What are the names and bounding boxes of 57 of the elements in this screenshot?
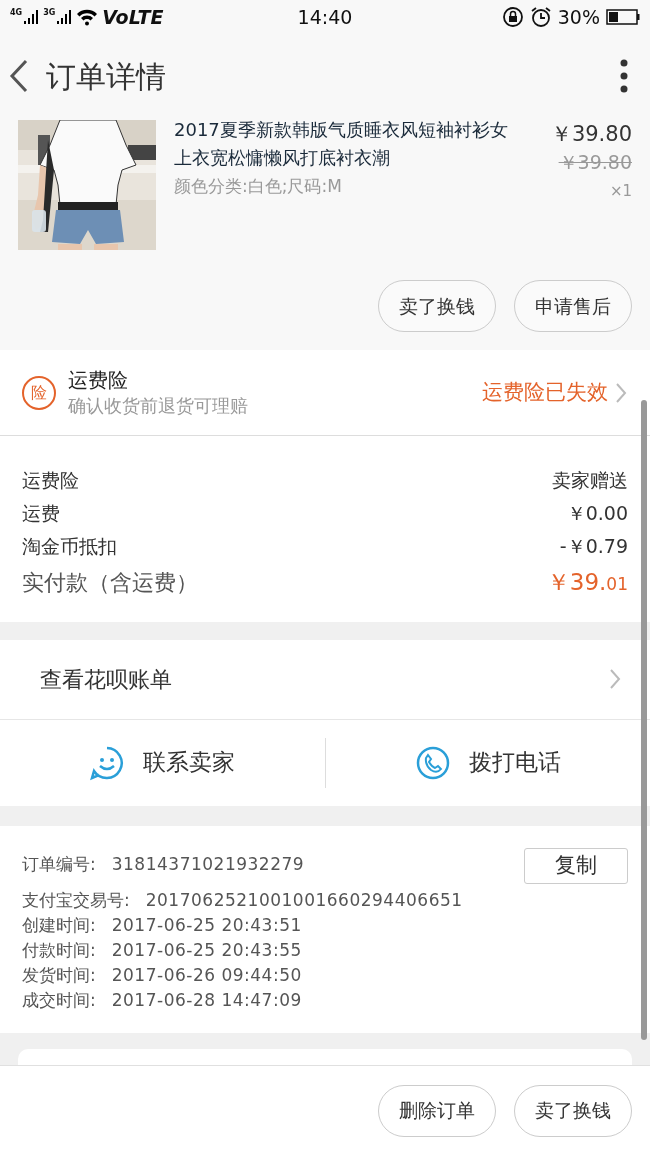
product-quantity: ×1 (609, 181, 632, 202)
product-title: 2017夏季新款韩版气质睡衣风短袖衬衫女上衣宽松慵懒风打底衬衣潮 (174, 118, 509, 170)
insurance-subtitle: 确认收货前退货可理赔 (68, 393, 249, 418)
action-button[interactable]: 申请售后 (514, 280, 632, 332)
contact-button[interactable]: 联系卖家 (0, 737, 325, 788)
chevron-right-icon (614, 381, 628, 404)
insurance-badge: 险 (22, 375, 56, 410)
info-value: 2017062521001001660294406651 (145, 888, 463, 912)
insurance-title: 运费险 (68, 366, 129, 393)
fee-value: 卖家赠送 (552, 468, 628, 493)
clock-time: 14:40 (296, 4, 354, 30)
action-button[interactable]: 卖了换钱 (514, 1084, 632, 1137)
info-value: 2017-06-25 20:43:51 (111, 913, 302, 937)
signal-icon (23, 9, 40, 25)
info-value: 2017-06-28 14:47:09 (111, 988, 302, 1012)
copy-button[interactable]: 复制 (524, 847, 628, 884)
back-icon[interactable] (8, 58, 30, 94)
info-label: 成交时间: (22, 988, 96, 1012)
info-label: 发货时间: (22, 963, 96, 987)
bill-link-label: 查看花呗账单 (40, 665, 173, 694)
bill-row[interactable]: 查看花呗账单 (0, 639, 650, 720)
info-label: 创建时间: (22, 913, 96, 937)
action-button[interactable]: 卖了换钱 (378, 280, 496, 332)
network-type-label: 4G (10, 9, 23, 17)
action-button[interactable]: 删除订单 (378, 1084, 496, 1137)
network-type-label: 3G (43, 9, 56, 17)
original-price: ￥39.80 (558, 150, 632, 175)
alarm-clock-icon (529, 6, 552, 28)
total-amount: ￥39.01 (546, 568, 628, 597)
total-label: 实付款（含运费） (22, 568, 198, 597)
fee-label: 淘金币抵扣 (22, 534, 117, 559)
product-spec: 颜色分类:白色;尺码:M (174, 175, 343, 198)
page-title: 订单详情 (46, 57, 167, 96)
info-value: 2017-06-25 20:43:55 (111, 938, 302, 962)
network-label: VoLTE (102, 4, 164, 30)
fee-value: -￥0.79 (559, 534, 628, 559)
fee-value: ￥0.00 (566, 501, 628, 526)
info-label: 订单编号: (22, 853, 96, 876)
info-label: 付款时间: (22, 938, 96, 962)
scrollbar[interactable] (641, 400, 647, 1040)
phone-icon (414, 744, 451, 781)
wifi-icon (76, 8, 99, 26)
fee-label: 运费 (22, 501, 60, 526)
insurance-row[interactable]: 险 运费险 确认收货前退货可理赔 运费险已失效 (0, 350, 650, 436)
info-value: 2017-06-26 09:44:50 (111, 963, 302, 987)
signal-icon (56, 9, 73, 25)
chevron-right-icon (608, 668, 622, 690)
info-label: 支付宝交易号: (22, 888, 130, 912)
more-icon[interactable] (620, 59, 628, 93)
info-value: 31814371021932279 (111, 853, 305, 876)
fee-label: 运费险 (22, 468, 79, 493)
chat-face-icon (89, 744, 126, 781)
battery-icon (606, 9, 640, 25)
rotation-lock-icon (501, 6, 524, 28)
insurance-status: 运费险已失效 (482, 378, 608, 406)
battery-percentage: 30% (557, 4, 600, 30)
product-price: ￥39.80 (550, 121, 632, 148)
